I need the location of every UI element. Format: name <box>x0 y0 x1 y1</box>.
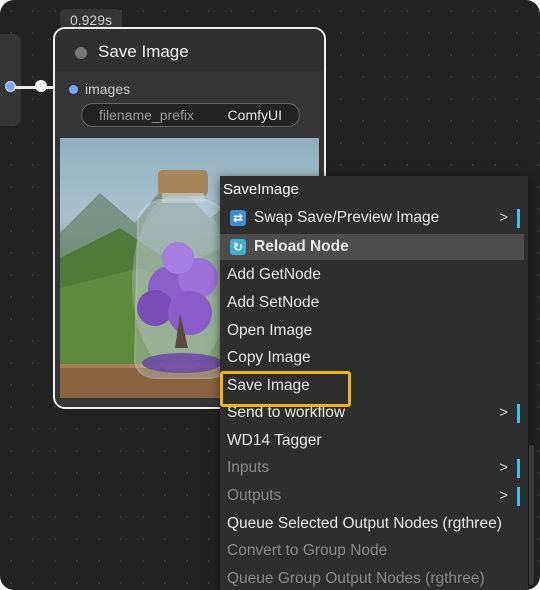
context-menu-title: SaveImage <box>223 181 299 198</box>
submenu-arrow-icon: > <box>499 487 508 504</box>
menu-item-queue-selected-output-nodes[interactable]: Queue Selected Output Nodes (rgthree) <box>220 511 524 537</box>
menu-item-label: Add SetNode <box>227 294 320 311</box>
menu-item-reload-node[interactable]: ↻ Reload Node <box>220 234 524 260</box>
menu-item-outputs[interactable]: Outputs > <box>220 483 524 509</box>
menu-item-add-getnode[interactable]: Add GetNode <box>220 262 524 288</box>
menu-item-convert-to-group-node[interactable]: Convert to Group Node <box>220 538 524 564</box>
widget-value: ComfyUI <box>227 107 282 123</box>
link-midpoint-handle[interactable] <box>35 80 47 92</box>
submenu-arrow-icon: > <box>499 209 508 226</box>
menu-item-open-image[interactable]: Open Image <box>220 318 524 344</box>
menu-item-label: Outputs <box>227 487 282 504</box>
menu-item-label: Reload Node <box>254 238 349 255</box>
menu-item-copy-image[interactable]: Copy Image <box>220 345 524 371</box>
menu-item-label: Add GetNode <box>227 266 321 283</box>
submenu-indicator <box>517 404 520 423</box>
focus-highlight-save-image <box>220 371 351 407</box>
menu-item-label: Convert to Group Node <box>227 542 388 559</box>
menu-item-inputs[interactable]: Inputs > <box>220 455 524 481</box>
widget-name: filename_prefix <box>99 107 194 123</box>
submenu-arrow-icon: > <box>499 459 508 476</box>
submenu-indicator <box>517 209 520 228</box>
menu-item-label: Queue Group Output Nodes (rgthree) <box>227 570 485 587</box>
menu-item-label: Copy Image <box>227 349 311 366</box>
menu-item-label: Open Image <box>227 322 313 339</box>
menu-item-label: Swap Save/Preview Image <box>254 209 440 226</box>
menu-item-label: Inputs <box>227 459 270 476</box>
images-input-slot[interactable] <box>69 85 78 94</box>
graph-canvas[interactable]: 0.929s Save Image images filename_prefix… <box>0 0 540 590</box>
reload-icon: ↻ <box>230 239 246 255</box>
menu-item-label: Queue Selected Output Nodes (rgthree) <box>227 515 502 532</box>
menu-item-swap-save-preview[interactable]: ⇄ Swap Save/Preview Image > <box>220 205 524 231</box>
menu-item-label: WD14 Tagger <box>227 432 322 449</box>
submenu-indicator <box>517 459 520 478</box>
node-header[interactable] <box>55 29 324 71</box>
menu-scrollbar[interactable] <box>529 445 534 585</box>
images-input-label: images <box>85 81 131 97</box>
upstream-node[interactable] <box>0 34 21 126</box>
menu-item-wd14-tagger[interactable]: WD14 Tagger <box>220 428 524 454</box>
swap-icon: ⇄ <box>230 210 246 226</box>
submenu-indicator <box>517 487 520 506</box>
menu-item-queue-group-output-nodes[interactable]: Queue Group Output Nodes (rgthree) <box>220 566 524 590</box>
menu-item-add-setnode[interactable]: Add SetNode <box>220 290 524 316</box>
collapse-toggle[interactable] <box>75 47 87 59</box>
node-title: Save Image <box>98 42 189 61</box>
submenu-arrow-icon: > <box>499 404 508 421</box>
filename-prefix-widget[interactable]: filename_prefix ComfyUI <box>81 103 300 127</box>
